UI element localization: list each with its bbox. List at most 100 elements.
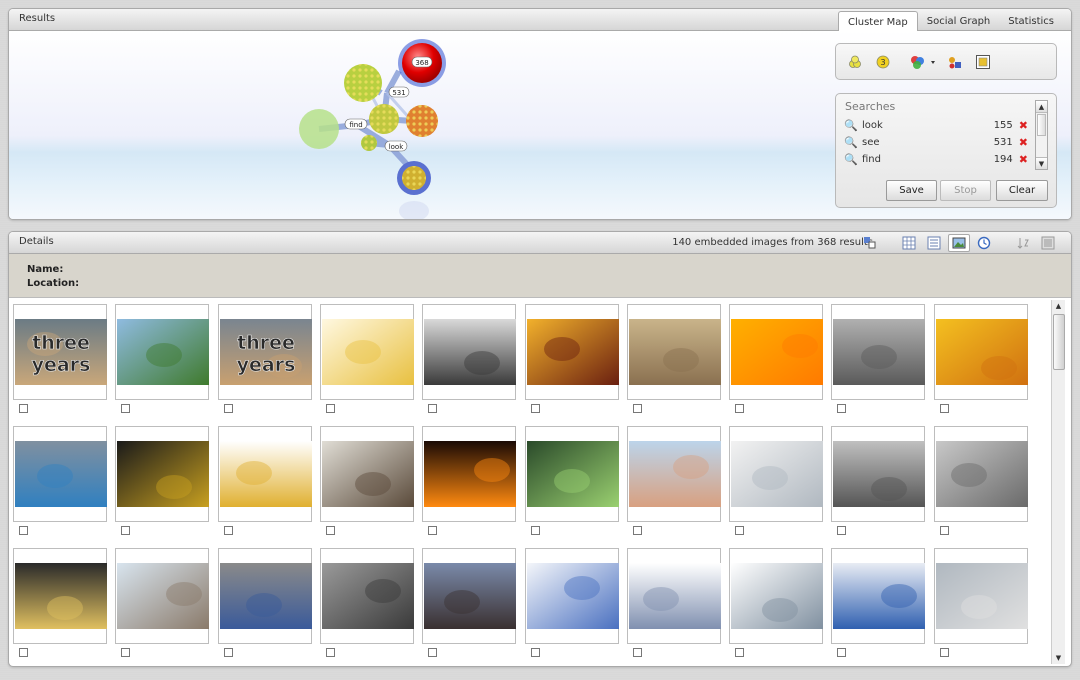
thumbnail-cartoon-bird[interactable]	[320, 304, 414, 400]
thumbnail-sunset-tree[interactable]	[525, 304, 619, 400]
thumbnail-image[interactable]	[731, 563, 823, 629]
select-checkbox[interactable]	[940, 404, 949, 413]
thumbnail-glass-dark[interactable]	[115, 426, 209, 522]
search-item-find[interactable]: 🔍 find 194 ✖	[844, 151, 1028, 167]
scroll-down-icon[interactable]: ▼	[1036, 157, 1047, 169]
shapes-icon[interactable]	[944, 51, 966, 73]
thumbnail-fire-light[interactable]	[422, 426, 516, 522]
select-checkbox[interactable]	[428, 404, 437, 413]
cluster-overlap-icon[interactable]	[844, 51, 866, 73]
clear-button[interactable]: Clear	[996, 180, 1048, 201]
thumbnail-building-grid[interactable]	[525, 426, 619, 522]
thumbnail-image[interactable]	[117, 319, 209, 385]
thumbnail-hbo-poster[interactable]	[320, 548, 414, 644]
tab-cluster-map[interactable]: Cluster Map	[837, 11, 918, 31]
thumbnail-image[interactable]	[527, 563, 619, 629]
select-checkbox[interactable]	[531, 648, 540, 657]
select-checkbox[interactable]	[121, 404, 130, 413]
cluster-find-only[interactable]	[299, 109, 339, 149]
cluster-map[interactable]: 368 531 find look 3 Searches 🔍 look 155 …	[9, 31, 1071, 220]
thumbnail-image[interactable]	[527, 319, 619, 385]
timeline-view-icon[interactable]	[973, 234, 995, 252]
thumbnail-image[interactable]	[220, 441, 312, 507]
select-checkbox[interactable]	[121, 648, 130, 657]
select-checkbox[interactable]	[735, 648, 744, 657]
thumbnail-street-car[interactable]	[934, 548, 1028, 644]
thumbnail-window-scene[interactable]	[422, 304, 516, 400]
thumbnail-image[interactable]	[527, 441, 619, 507]
thumbnail-image[interactable]	[833, 319, 925, 385]
scroll-thumb[interactable]	[1053, 314, 1065, 370]
thumbnail-image[interactable]	[424, 319, 516, 385]
thumbnail-image[interactable]	[424, 563, 516, 629]
select-checkbox[interactable]	[19, 404, 28, 413]
thumbnail-image[interactable]	[322, 319, 414, 385]
select-checkbox[interactable]	[224, 526, 233, 535]
select-checkbox[interactable]	[837, 526, 846, 535]
thumbnail-image[interactable]	[936, 441, 1028, 507]
scroll-thumb[interactable]	[1037, 114, 1046, 136]
thumbnail-diagram-sheet[interactable]	[729, 548, 823, 644]
select-checkbox[interactable]	[531, 404, 540, 413]
remove-icon[interactable]: ✖	[1019, 136, 1028, 149]
cluster-map-graph[interactable]: 368 531 find look	[279, 31, 479, 220]
select-checkbox[interactable]	[19, 648, 28, 657]
thumbnail-dark-mailbox[interactable]	[13, 548, 107, 644]
thumbnail-image[interactable]	[15, 563, 107, 629]
list-view-icon[interactable]	[923, 234, 945, 252]
grid-view-icon[interactable]	[898, 234, 920, 252]
select-checkbox[interactable]	[531, 526, 540, 535]
thumbnail-image[interactable]	[629, 441, 721, 507]
select-checkbox[interactable]	[326, 526, 335, 535]
thumbnail-two-women[interactable]	[422, 548, 516, 644]
thumbnail-portrait-man[interactable]	[627, 426, 721, 522]
remove-icon[interactable]: ✖	[1019, 119, 1028, 132]
select-checkbox[interactable]	[633, 648, 642, 657]
thumbnail-image[interactable]	[117, 441, 209, 507]
tab-statistics[interactable]: Statistics	[999, 11, 1063, 31]
thumbnail-man-with-dog[interactable]	[218, 548, 312, 644]
thumbnail-image[interactable]: threeyears	[220, 319, 312, 385]
thumbnail-image[interactable]	[731, 441, 823, 507]
searches-scrollbar[interactable]: ▲ ▼	[1035, 100, 1048, 170]
stop-button[interactable]: Stop	[940, 180, 991, 201]
tab-social-graph[interactable]: Social Graph	[918, 11, 1000, 31]
thumbnail-cardboard-boxes[interactable]	[627, 304, 721, 400]
thumbnail-image[interactable]	[424, 441, 516, 507]
thumbnail-three-years-1[interactable]: three years	[13, 304, 107, 400]
remove-icon[interactable]: ✖	[1019, 153, 1028, 166]
thumbnail-image[interactable]	[322, 563, 414, 629]
select-checkbox[interactable]	[837, 648, 846, 657]
thumbnail-landscape-trees[interactable]	[115, 304, 209, 400]
thumbnail-butterfly[interactable]	[218, 426, 312, 522]
select-checkbox[interactable]	[121, 526, 130, 535]
scroll-up-icon[interactable]: ▲	[1036, 101, 1047, 113]
select-checkbox[interactable]	[735, 526, 744, 535]
select-checkbox[interactable]	[428, 526, 437, 535]
thumbnail-three-years-2[interactable]: three years	[218, 304, 312, 400]
thumbnail-hard-drive[interactable]	[13, 426, 107, 522]
settings-icon[interactable]	[1037, 234, 1059, 252]
scroll-down-icon[interactable]: ▼	[1052, 652, 1065, 664]
thumbnail-image[interactable]	[833, 441, 925, 507]
export-icon[interactable]	[859, 234, 881, 252]
select-checkbox[interactable]	[19, 526, 28, 535]
thumbnail-mountain-town[interactable]	[115, 548, 209, 644]
select-checkbox[interactable]	[940, 648, 949, 657]
select-checkbox[interactable]	[428, 648, 437, 657]
thumbnail-image[interactable]	[629, 563, 721, 629]
select-checkbox[interactable]	[633, 526, 642, 535]
image-view-icon[interactable]	[948, 234, 970, 252]
thumbnail-cage-construction[interactable]	[831, 426, 925, 522]
color-palette-icon[interactable]	[908, 51, 938, 73]
thumbnail-yellow-leaves[interactable]	[934, 304, 1028, 400]
fit-view-icon[interactable]	[972, 51, 994, 73]
thumbnail-dialog-form[interactable]	[831, 548, 925, 644]
thumbnail-image[interactable]	[833, 563, 925, 629]
thumbnail-screenshot-window[interactable]	[525, 548, 619, 644]
search-item-see[interactable]: 🔍 see 531 ✖	[844, 134, 1028, 150]
save-button[interactable]: Save	[886, 180, 937, 201]
thumbnail-image[interactable]	[936, 563, 1028, 629]
thumbnail-cat-face[interactable]	[320, 426, 414, 522]
select-checkbox[interactable]	[735, 404, 744, 413]
